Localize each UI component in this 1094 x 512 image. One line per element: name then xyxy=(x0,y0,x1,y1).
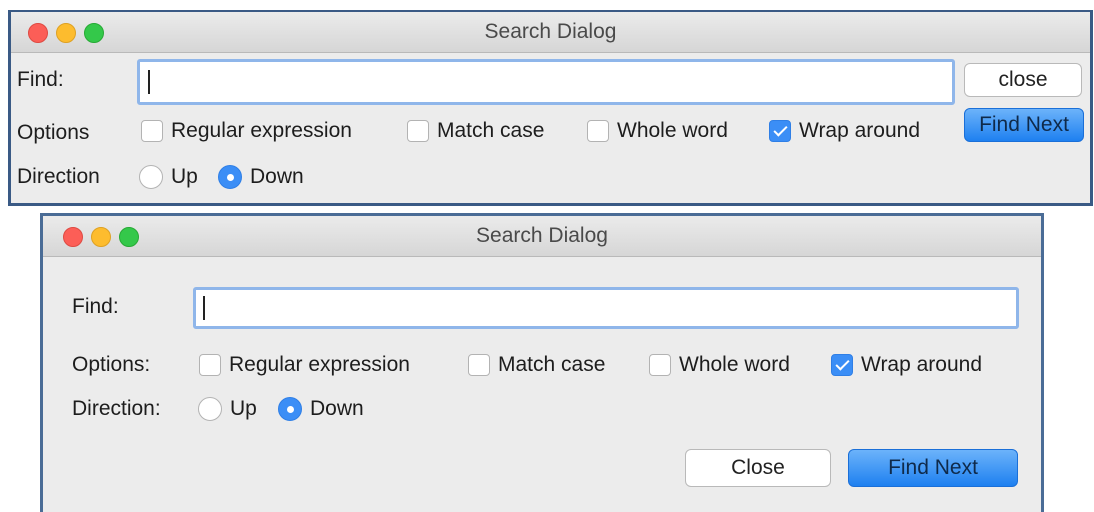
find-next-button[interactable]: Find Next xyxy=(848,449,1018,487)
radio-label: Down xyxy=(310,397,364,420)
find-input[interactable] xyxy=(137,59,955,105)
option-label: Whole word xyxy=(617,119,728,142)
whole-word-checkbox[interactable] xyxy=(587,120,609,142)
wrap-around-checkbox[interactable] xyxy=(769,120,791,142)
search-dialog-window-compact: Search Dialog Find: close Options Regula… xyxy=(8,10,1093,206)
find-label: Find: xyxy=(17,68,64,91)
text-cursor xyxy=(148,70,150,94)
option-label: Regular expression xyxy=(171,119,352,142)
down-radio[interactable] xyxy=(218,165,242,189)
option-label: Wrap around xyxy=(861,353,983,376)
find-label: Find: xyxy=(72,295,119,318)
radio-label: Down xyxy=(250,165,304,188)
option-whole-word[interactable]: Whole word xyxy=(587,118,728,144)
options-label: Options xyxy=(17,121,90,144)
find-input[interactable] xyxy=(193,287,1019,329)
up-radio[interactable] xyxy=(139,165,163,189)
radio-label: Up xyxy=(230,397,257,420)
option-wrap-around[interactable]: Wrap around xyxy=(831,352,982,378)
option-label: Regular expression xyxy=(229,353,410,376)
option-whole-word[interactable]: Whole word xyxy=(649,352,790,378)
search-dialog-window-spaced: Search Dialog Find: Options: Regular exp… xyxy=(40,213,1044,512)
regular-expression-checkbox[interactable] xyxy=(141,120,163,142)
option-regular-expression[interactable]: Regular expression xyxy=(141,118,352,144)
find-next-button[interactable]: Find Next xyxy=(964,108,1084,142)
option-match-case[interactable]: Match case xyxy=(468,352,605,378)
match-case-checkbox[interactable] xyxy=(407,120,429,142)
down-radio[interactable] xyxy=(278,397,302,421)
close-button[interactable]: Close xyxy=(685,449,831,487)
title-bar[interactable]: Search Dialog xyxy=(43,216,1041,257)
option-match-case[interactable]: Match case xyxy=(407,118,544,144)
radio-label: Up xyxy=(171,165,198,188)
close-button[interactable]: close xyxy=(964,63,1082,97)
options-label: Options: xyxy=(72,353,151,376)
direction-label: Direction: xyxy=(72,397,161,420)
title-bar[interactable]: Search Dialog xyxy=(11,12,1090,53)
wrap-around-checkbox[interactable] xyxy=(831,354,853,376)
whole-word-checkbox[interactable] xyxy=(649,354,671,376)
regular-expression-checkbox[interactable] xyxy=(199,354,221,376)
direction-up[interactable]: Up xyxy=(198,396,257,422)
option-wrap-around[interactable]: Wrap around xyxy=(769,118,920,144)
window-title: Search Dialog xyxy=(484,20,617,43)
option-label: Wrap around xyxy=(799,119,921,142)
option-label: Whole word xyxy=(679,353,790,376)
up-radio[interactable] xyxy=(198,397,222,421)
option-label: Match case xyxy=(498,353,606,376)
option-regular-expression[interactable]: Regular expression xyxy=(199,352,410,378)
direction-up[interactable]: Up xyxy=(139,164,198,190)
window-title: Search Dialog xyxy=(476,224,608,247)
direction-down[interactable]: Down xyxy=(278,396,364,422)
match-case-checkbox[interactable] xyxy=(468,354,490,376)
text-cursor xyxy=(203,296,205,320)
direction-down[interactable]: Down xyxy=(218,164,304,190)
direction-label: Direction xyxy=(17,165,100,188)
option-label: Match case xyxy=(437,119,545,142)
